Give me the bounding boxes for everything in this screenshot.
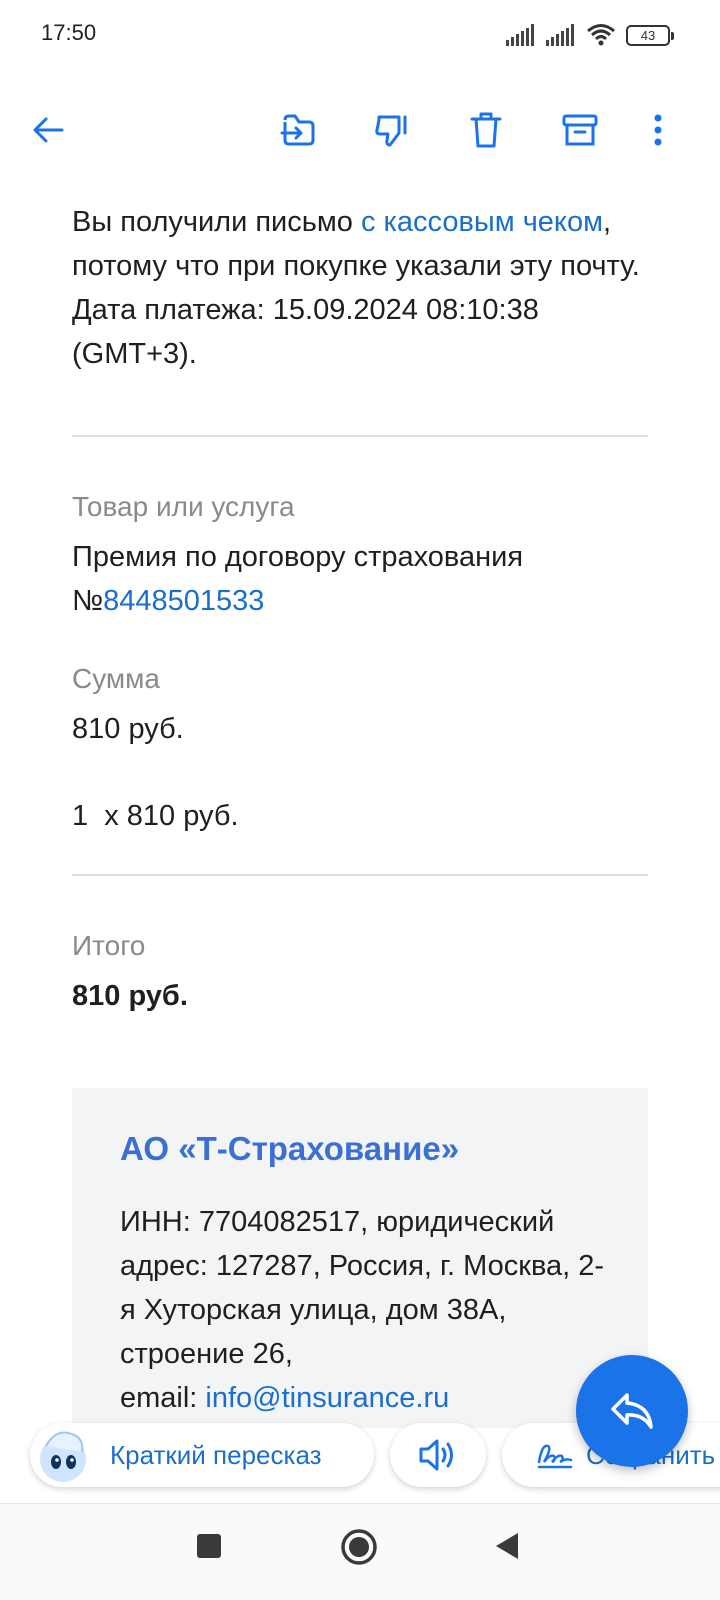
company-address: ИНН: 7704082517, юридический адрес: 1272…	[120, 1206, 605, 1370]
reply-icon	[611, 1393, 653, 1429]
move-to-icon	[280, 114, 315, 146]
item-value: Премия по договору страхования №84485015…	[72, 535, 648, 623]
trash-icon	[470, 112, 502, 148]
read-aloud-chip[interactable]	[390, 1423, 486, 1487]
company-card: АО «Т-Страхование» ИНН: 7704082517, юрид…	[72, 1088, 648, 1428]
sum-label: Сумма	[72, 663, 160, 694]
company-email-link[interactable]: info@tinsurance.ru	[205, 1382, 449, 1414]
total-section: Итого 810 руб.	[72, 928, 648, 1018]
company-name: АО «Т-Страхование»	[120, 1130, 460, 1167]
archive-icon	[562, 114, 598, 146]
signal-icon-2	[546, 24, 574, 46]
more-options-button[interactable]	[632, 104, 684, 156]
status-bar: 17:50 43	[0, 0, 720, 70]
sum-section: Сумма 810 руб. 1 x 810 руб.	[72, 661, 648, 838]
move-to-button[interactable]	[273, 104, 325, 156]
system-nav-bar	[0, 1503, 720, 1600]
back-button[interactable]	[22, 104, 74, 156]
email-body: Вы получили письмо с кассовым чеком, пот…	[72, 200, 648, 1018]
receipt-link[interactable]: с кассовым чеком	[361, 206, 603, 238]
divider-2	[72, 874, 648, 876]
reply-fab[interactable]	[576, 1355, 688, 1467]
total-value: 810 руб.	[72, 980, 188, 1012]
status-icons: 43	[506, 20, 674, 50]
more-vert-icon	[654, 114, 662, 146]
divider	[72, 435, 648, 437]
total-label: Итого	[72, 930, 146, 961]
recent-apps-icon[interactable]	[196, 1533, 222, 1559]
item-section: Товар или услуга Премия по договору стра…	[72, 489, 648, 623]
email-toolbar	[0, 90, 720, 170]
spam-button[interactable]	[366, 104, 418, 156]
sum-value: 810 руб.	[72, 713, 184, 745]
item-label: Товар или услуга	[72, 491, 295, 522]
assistant-mascot-icon	[40, 1431, 86, 1482]
signature-icon	[537, 1444, 573, 1469]
intro-text: Вы получили письмо с кассовым чеком, пот…	[72, 200, 648, 376]
company-details: ИНН: 7704082517, юридический адрес: 1272…	[120, 1200, 610, 1420]
company-email-label: email:	[120, 1382, 206, 1414]
contract-number-link[interactable]: 8448501533	[103, 585, 264, 617]
thumbs-down-icon	[375, 115, 407, 147]
signal-icon	[506, 24, 534, 46]
status-time: 17:50	[41, 20, 97, 45]
back-arrow-icon	[33, 117, 64, 143]
delete-button[interactable]	[460, 104, 512, 156]
battery-icon: 43	[626, 24, 674, 46]
summary-label: Краткий пересказ	[110, 1439, 322, 1470]
back-icon[interactable]	[494, 1531, 520, 1561]
wifi-icon	[587, 24, 615, 46]
speaker-icon	[419, 1439, 453, 1471]
intro-prefix: Вы получили письмо	[72, 206, 361, 238]
home-icon[interactable]	[340, 1528, 378, 1566]
quantity-line: 1 x 810 руб.	[72, 800, 239, 832]
summary-chip[interactable]: Краткий пересказ	[30, 1423, 374, 1487]
archive-button[interactable]	[554, 104, 606, 156]
